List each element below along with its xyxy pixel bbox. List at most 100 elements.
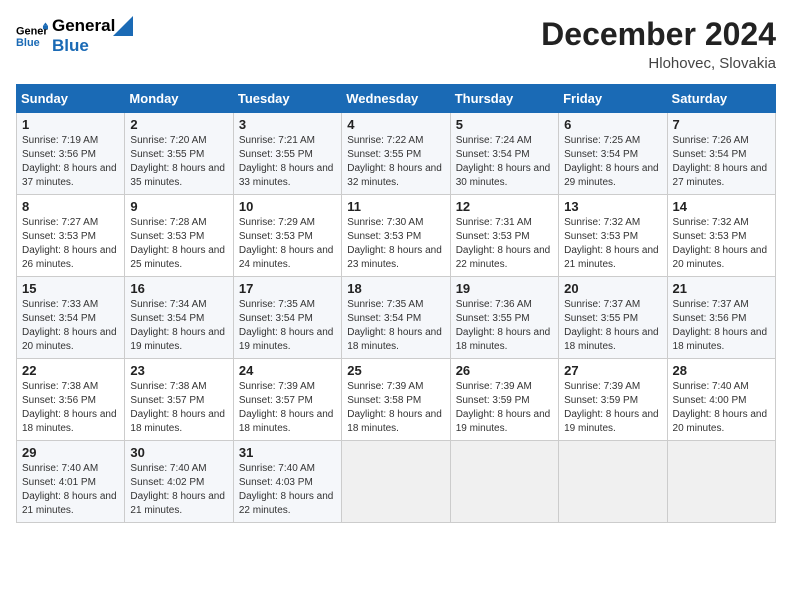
day-number: 19 — [456, 281, 553, 296]
header-cell-monday: Monday — [125, 85, 233, 113]
cell-content: Sunrise: 7:35 AMSunset: 3:54 PMDaylight:… — [347, 298, 444, 354]
logo-icon: General Blue — [16, 22, 48, 50]
day-number: 3 — [239, 117, 336, 132]
day-number: 2 — [130, 117, 227, 132]
cell-content: Sunrise: 7:33 AMSunset: 3:54 PMDaylight:… — [22, 298, 119, 354]
header-cell-wednesday: Wednesday — [342, 85, 450, 113]
header-cell-tuesday: Tuesday — [233, 85, 341, 113]
day-number: 9 — [130, 199, 227, 214]
day-number: 14 — [673, 199, 770, 214]
day-number: 23 — [130, 363, 227, 378]
cell-content: Sunrise: 7:39 AMSunset: 3:57 PMDaylight:… — [239, 380, 336, 436]
cell-content: Sunrise: 7:24 AMSunset: 3:54 PMDaylight:… — [456, 134, 553, 190]
calendar-cell: 19 Sunrise: 7:36 AMSunset: 3:55 PMDayligh… — [450, 277, 558, 359]
location-subtitle: Hlohovec, Slovakia — [541, 55, 776, 72]
calendar-cell: 24 Sunrise: 7:39 AMSunset: 3:57 PMDayligh… — [233, 359, 341, 441]
page-header: General Blue General Blue December 2024 … — [16, 16, 776, 72]
day-number: 25 — [347, 363, 444, 378]
calendar-cell: 25Sunrise: 7:39 AMSunset: 3:58 PMDayligh… — [342, 359, 450, 441]
calendar-body: 1 Sunrise: 7:19 AMSunset: 3:56 PMDaylight… — [17, 113, 776, 523]
day-number: 1 — [22, 117, 119, 132]
day-number: 27 — [564, 363, 661, 378]
cell-content: Sunrise: 7:21 AMSunset: 3:55 PMDaylight:… — [239, 134, 336, 190]
calendar-cell: 22Sunrise: 7:38 AMSunset: 3:56 PMDayligh… — [17, 359, 125, 441]
cell-content: Sunrise: 7:39 AMSunset: 3:59 PMDaylight:… — [456, 380, 553, 436]
calendar-week-row: 15Sunrise: 7:33 AMSunset: 3:54 PMDayligh… — [17, 277, 776, 359]
calendar-cell: 26 Sunrise: 7:39 AMSunset: 3:59 PMDayligh… — [450, 359, 558, 441]
logo-triangle-icon — [113, 16, 133, 36]
header-cell-thursday: Thursday — [450, 85, 558, 113]
cell-content: Sunrise: 7:19 AMSunset: 3:56 PMDaylight:… — [22, 134, 119, 190]
day-number: 30 — [130, 445, 227, 460]
calendar-cell: 9 Sunrise: 7:28 AMSunset: 3:53 PMDaylight… — [125, 195, 233, 277]
calendar-cell: 21 Sunrise: 7:37 AMSunset: 3:56 PMDayligh… — [667, 277, 775, 359]
cell-content: Sunrise: 7:36 AMSunset: 3:55 PMDaylight:… — [456, 298, 553, 354]
calendar-week-row: 22Sunrise: 7:38 AMSunset: 3:56 PMDayligh… — [17, 359, 776, 441]
calendar-table: SundayMondayTuesdayWednesdayThursdayFrid… — [16, 84, 776, 523]
calendar-cell: 8Sunrise: 7:27 AMSunset: 3:53 PMDaylight… — [17, 195, 125, 277]
day-number: 6 — [564, 117, 661, 132]
cell-content: Sunrise: 7:35 AMSunset: 3:54 PMDaylight:… — [239, 298, 336, 354]
calendar-cell: 12 Sunrise: 7:31 AMSunset: 3:53 PMDayligh… — [450, 195, 558, 277]
svg-text:Blue: Blue — [16, 37, 40, 49]
calendar-header-row: SundayMondayTuesdayWednesdayThursdayFrid… — [17, 85, 776, 113]
calendar-cell: 2 Sunrise: 7:20 AMSunset: 3:55 PMDaylight… — [125, 113, 233, 195]
calendar-cell: 17 Sunrise: 7:35 AMSunset: 3:54 PMDayligh… — [233, 277, 341, 359]
calendar-cell: 1 Sunrise: 7:19 AMSunset: 3:56 PMDaylight… — [17, 113, 125, 195]
cell-content: Sunrise: 7:22 AMSunset: 3:55 PMDaylight:… — [347, 134, 444, 190]
calendar-cell: 6 Sunrise: 7:25 AMSunset: 3:54 PMDaylight… — [559, 113, 667, 195]
day-number: 10 — [239, 199, 336, 214]
logo: General Blue General Blue — [16, 16, 133, 55]
day-number: 7 — [673, 117, 770, 132]
calendar-cell: 14 Sunrise: 7:32 AMSunset: 3:53 PMDayligh… — [667, 195, 775, 277]
cell-content: Sunrise: 7:25 AMSunset: 3:54 PMDaylight:… — [564, 134, 661, 190]
cell-content: Sunrise: 7:31 AMSunset: 3:53 PMDaylight:… — [456, 216, 553, 272]
header-cell-friday: Friday — [559, 85, 667, 113]
cell-content: Sunrise: 7:20 AMSunset: 3:55 PMDaylight:… — [130, 134, 227, 190]
cell-content: Sunrise: 7:32 AMSunset: 3:53 PMDaylight:… — [673, 216, 770, 272]
day-number: 4 — [347, 117, 444, 132]
day-number: 8 — [22, 199, 119, 214]
day-number: 11 — [347, 199, 444, 214]
header-cell-sunday: Sunday — [17, 85, 125, 113]
cell-content: Sunrise: 7:39 AMSunset: 3:59 PMDaylight:… — [564, 380, 661, 436]
day-number: 17 — [239, 281, 336, 296]
calendar-cell: 5Sunrise: 7:24 AMSunset: 3:54 PMDaylight… — [450, 113, 558, 195]
cell-content: Sunrise: 7:26 AMSunset: 3:54 PMDaylight:… — [673, 134, 770, 190]
logo-general: General — [52, 16, 115, 36]
calendar-week-row: 1 Sunrise: 7:19 AMSunset: 3:56 PMDaylight… — [17, 113, 776, 195]
cell-content: Sunrise: 7:38 AMSunset: 3:56 PMDaylight:… — [22, 380, 119, 436]
calendar-cell: 4 Sunrise: 7:22 AMSunset: 3:55 PMDaylight… — [342, 113, 450, 195]
day-number: 21 — [673, 281, 770, 296]
calendar-cell: 29 Sunrise: 7:40 AMSunset: 4:01 PMDayligh… — [17, 441, 125, 523]
day-number: 31 — [239, 445, 336, 460]
day-number: 12 — [456, 199, 553, 214]
month-year-title: December 2024 — [541, 16, 776, 53]
cell-content: Sunrise: 7:40 AMSunset: 4:01 PMDaylight:… — [22, 462, 119, 518]
calendar-cell: 31Sunrise: 7:40 AMSunset: 4:03 PMDayligh… — [233, 441, 341, 523]
calendar-cell — [667, 441, 775, 523]
calendar-cell: 11Sunrise: 7:30 AMSunset: 3:53 PMDayligh… — [342, 195, 450, 277]
day-number: 13 — [564, 199, 661, 214]
cell-content: Sunrise: 7:28 AMSunset: 3:53 PMDaylight:… — [130, 216, 227, 272]
cell-content: Sunrise: 7:37 AMSunset: 3:55 PMDaylight:… — [564, 298, 661, 354]
day-number: 29 — [22, 445, 119, 460]
calendar-cell: 3 Sunrise: 7:21 AMSunset: 3:55 PMDaylight… — [233, 113, 341, 195]
calendar-cell: 16 Sunrise: 7:34 AMSunset: 3:54 PMDayligh… — [125, 277, 233, 359]
day-number: 20 — [564, 281, 661, 296]
calendar-cell: 18Sunrise: 7:35 AMSunset: 3:54 PMDayligh… — [342, 277, 450, 359]
cell-content: Sunrise: 7:34 AMSunset: 3:54 PMDaylight:… — [130, 298, 227, 354]
day-number: 26 — [456, 363, 553, 378]
day-number: 24 — [239, 363, 336, 378]
calendar-cell: 10 Sunrise: 7:29 AMSunset: 3:53 PMDayligh… — [233, 195, 341, 277]
cell-content: Sunrise: 7:38 AMSunset: 3:57 PMDaylight:… — [130, 380, 227, 436]
cell-content: Sunrise: 7:29 AMSunset: 3:53 PMDaylight:… — [239, 216, 336, 272]
cell-content: Sunrise: 7:40 AMSunset: 4:02 PMDaylight:… — [130, 462, 227, 518]
cell-content: Sunrise: 7:37 AMSunset: 3:56 PMDaylight:… — [673, 298, 770, 354]
calendar-cell: 27 Sunrise: 7:39 AMSunset: 3:59 PMDayligh… — [559, 359, 667, 441]
calendar-cell: 13 Sunrise: 7:32 AMSunset: 3:53 PMDayligh… — [559, 195, 667, 277]
cell-content: Sunrise: 7:32 AMSunset: 3:53 PMDaylight:… — [564, 216, 661, 272]
calendar-cell — [450, 441, 558, 523]
day-number: 28 — [673, 363, 770, 378]
day-number: 16 — [130, 281, 227, 296]
